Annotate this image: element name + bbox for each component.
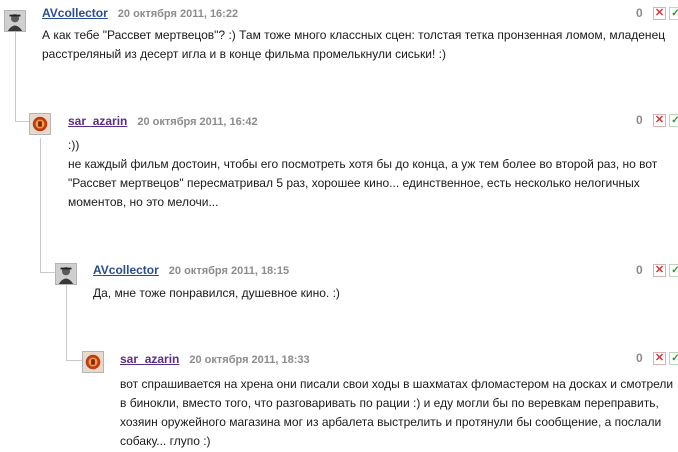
comment-text: :)) не каждый фильм достоин, чтобы его п… xyxy=(68,136,657,212)
approve-icon[interactable]: ✓ xyxy=(669,352,678,365)
delete-icon[interactable]: ✕ xyxy=(653,114,666,127)
comment-text: вот спрашивается на хрена они писали сво… xyxy=(120,375,673,451)
user-avatar[interactable] xyxy=(55,263,77,285)
delete-icon[interactable]: ✕ xyxy=(653,264,666,277)
comment-line: не каждый фильм достоин, чтобы его посмо… xyxy=(68,157,658,171)
comment-line: моментов, но это мелочи... xyxy=(68,195,219,209)
comment-score: 0 xyxy=(636,6,643,20)
comment-text: А как тебе "Рассвет мертвецов"? :) Там т… xyxy=(42,26,665,64)
comment-line: :)) xyxy=(68,138,80,152)
delete-icon[interactable]: ✕ xyxy=(653,352,666,365)
comment-header: AVcollector 20 октября 2011, 18:15 xyxy=(93,262,289,278)
approve-icon[interactable]: ✓ xyxy=(669,114,678,127)
comment-score: 0 xyxy=(636,351,643,365)
comment-line: расстреляный из десерт игла и в конце фи… xyxy=(42,47,446,61)
comment-date: 20 октября 2011, 18:15 xyxy=(168,265,290,277)
comment-score: 0 xyxy=(636,113,643,127)
user-avatar[interactable] xyxy=(4,10,26,32)
thread-line xyxy=(40,138,56,273)
author-link[interactable]: AVcollector xyxy=(42,6,108,20)
author-link[interactable]: sar_azarin xyxy=(120,352,179,366)
person-photo-icon xyxy=(56,264,76,284)
comment-text: Да, мне тоже понравился, душевное кино. … xyxy=(93,284,340,303)
approve-icon[interactable]: ✓ xyxy=(669,264,678,277)
comment-line: собаку... глупо :) xyxy=(120,434,211,448)
person-photo-icon xyxy=(5,11,25,31)
delete-icon[interactable]: ✕ xyxy=(653,7,666,20)
thread-line xyxy=(66,285,82,361)
comment-header: sar_azarin 20 октября 2011, 18:33 xyxy=(120,351,310,367)
approve-icon[interactable]: ✓ xyxy=(669,7,678,20)
comment-line: в бинокли, вместо того, что разговариват… xyxy=(120,396,659,410)
comment-line: хозяин оружейного магазина мог из арбале… xyxy=(120,415,662,429)
comment-date: 20 октября 2011, 16:42 xyxy=(137,116,258,128)
red-emblem-icon xyxy=(30,114,50,134)
user-avatar[interactable] xyxy=(29,113,51,135)
comment-header: sar_azarin 20 октября 2011, 16:42 xyxy=(68,113,258,129)
comment-line: "Рассвет мертвецов" пересматривал 5 раз,… xyxy=(68,176,640,190)
comment-header: AVcollector 20 октября 2011, 16:22 xyxy=(42,5,238,21)
comment-line: А как тебе "Рассвет мертвецов"? :) Там т… xyxy=(42,28,666,42)
comment-date: 20 октября 2011, 18:33 xyxy=(189,354,310,366)
comment-score: 0 xyxy=(636,263,643,277)
comment-line: вот спрашивается на хрена они писали сво… xyxy=(120,377,674,391)
comment-date: 20 октября 2011, 16:22 xyxy=(117,8,239,20)
thread-line xyxy=(15,32,29,122)
red-emblem-icon xyxy=(83,352,103,372)
author-link[interactable]: sar_azarin xyxy=(68,114,127,128)
author-link[interactable]: AVcollector xyxy=(93,263,159,277)
user-avatar[interactable] xyxy=(82,351,104,373)
comment-line: Да, мне тоже понравился, душевное кино. … xyxy=(93,286,340,300)
